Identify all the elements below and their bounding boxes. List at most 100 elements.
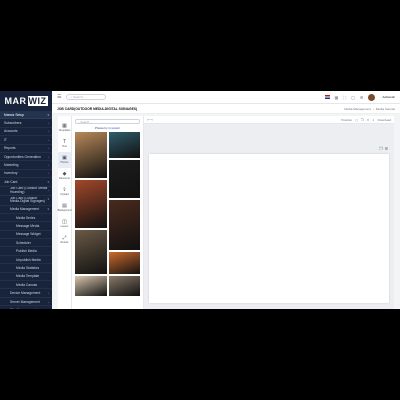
photos-panel: ⌕ Search... Photos by Unsplash bbox=[72, 116, 144, 309]
sidebar-item-label: IT bbox=[4, 137, 7, 142]
fullscreen-icon[interactable]: ⛶ bbox=[343, 95, 346, 100]
tool-photos[interactable]: ▣ Photos bbox=[58, 152, 71, 168]
chevron-icon: › bbox=[48, 163, 49, 168]
sidebar-item[interactable]: Job Card ▾ bbox=[0, 178, 52, 187]
tool-resize[interactable]: ⤢ Resize bbox=[58, 232, 71, 248]
sidebar-item-label: Site Management bbox=[10, 308, 48, 309]
tool-background[interactable]: ▤ Background bbox=[57, 200, 72, 216]
sidebar-item-label: Unpublish Media bbox=[16, 257, 41, 262]
language-flag-icon[interactable] bbox=[324, 95, 330, 99]
redo-icon[interactable]: ↷ bbox=[150, 118, 153, 122]
tool-elements[interactable]: ◆ Elements bbox=[58, 168, 71, 184]
sidebar-item[interactable]: Inventory › bbox=[0, 170, 52, 179]
global-search-input[interactable]: ⌕ Search... bbox=[66, 94, 107, 100]
sidebar-item[interactable]: Message Widget bbox=[0, 231, 52, 240]
sidebar-item[interactable]: Media Canvas bbox=[0, 281, 52, 290]
tool-label: Templates bbox=[58, 129, 71, 132]
sidebar-item[interactable]: Accounts › bbox=[0, 128, 52, 137]
sidebar-item[interactable]: Media Management ▾ bbox=[0, 206, 52, 214]
undo-icon[interactable]: ↶ bbox=[147, 118, 150, 122]
sidebar-item-label: Marketing bbox=[4, 163, 19, 168]
sidebar-item-label: Media Canvas bbox=[16, 282, 38, 287]
copy-page-icon[interactable]: ❐ bbox=[379, 146, 383, 151]
photo-thumbnail[interactable] bbox=[75, 230, 107, 274]
tool-label: Text bbox=[62, 145, 67, 148]
duplicate-icon[interactable]: ❐ bbox=[361, 118, 364, 122]
menu-toggle-icon[interactable]: ☰ bbox=[57, 94, 61, 100]
photo-column-left bbox=[75, 132, 107, 296]
settings-icon[interactable]: ⚙ bbox=[360, 95, 364, 100]
sidebar-item[interactable]: Opportunities Generation › bbox=[0, 153, 52, 162]
sidebar-item[interactable]: Message Media bbox=[0, 222, 52, 231]
photo-thumbnail[interactable] bbox=[108, 132, 140, 158]
top-icons: ▦ ⛶ ▢ ⚙ Ashutosh bbox=[324, 93, 395, 101]
sidebar-item[interactable]: Scheduler bbox=[0, 239, 52, 248]
sidebar-item[interactable]: Reports › bbox=[0, 145, 52, 153]
sidebar-item[interactable]: Site Management› bbox=[0, 306, 52, 309]
photo-search-input[interactable]: ⌕ Search... bbox=[75, 119, 140, 124]
sidebar-item[interactable]: Publish Media bbox=[0, 247, 52, 256]
brand-logo[interactable]: MAR WIZ bbox=[0, 91, 52, 111]
breadcrumb-separator: › bbox=[372, 106, 374, 111]
sidebar-item[interactable]: Marwiz Setup ▾ bbox=[0, 111, 52, 120]
sidebar-item-label: Opportunities Generation bbox=[4, 154, 41, 159]
chevron-icon: › bbox=[48, 187, 49, 192]
page-header: JOB CARD(OUTDOOR MEDIA-DIGITAL SIGNAGES)… bbox=[52, 104, 400, 114]
photos-heading-prefix: Photos by bbox=[95, 126, 108, 130]
tool-templates[interactable]: ▦ Templates bbox=[58, 120, 71, 136]
chevron-icon: ▾ bbox=[47, 179, 49, 184]
sidebar-item-label: Scheduler bbox=[16, 240, 31, 245]
avatar[interactable] bbox=[368, 93, 376, 101]
position-button[interactable]: Position bbox=[341, 118, 352, 122]
sidebar-item[interactable]: Media Template bbox=[0, 273, 52, 282]
sidebar-item-label: Inventory bbox=[4, 171, 18, 176]
photo-thumbnail[interactable] bbox=[75, 180, 107, 228]
delete-icon[interactable]: ✕ bbox=[367, 118, 370, 122]
lock-icon[interactable]: ▢ bbox=[355, 118, 358, 122]
chevron-icon: › bbox=[48, 291, 49, 296]
photo-thumbnail[interactable] bbox=[75, 132, 107, 178]
sidebar-item-label: Device Management bbox=[10, 291, 41, 296]
sidebar-item-label: Media Management bbox=[10, 207, 40, 212]
download-button[interactable]: Download bbox=[378, 118, 391, 122]
notifications-icon[interactable]: ▢ bbox=[351, 95, 355, 100]
photo-thumbnail[interactable] bbox=[75, 276, 107, 296]
sidebar-item-label: Job Card (Outdoor Media-Digital Signages… bbox=[10, 196, 46, 204]
search-icon: ⌕ bbox=[78, 119, 80, 124]
tool-layers[interactable]: ◫ Layers bbox=[58, 216, 71, 232]
top-bar: ☰ ⌕ Search... ▦ ⛶ ▢ ⚙ Ashutosh bbox=[52, 91, 400, 104]
canvas-area: ↶ ↷ Position ▢ ❐ ✕ ⇩ Download ❐ ⊞ bbox=[144, 116, 394, 309]
sidebar-item[interactable]: Subscribers › bbox=[0, 119, 52, 128]
sidebar-item[interactable]: Media Series bbox=[0, 214, 52, 223]
add-page-icon[interactable]: ⊞ bbox=[385, 146, 388, 151]
sidebar-item[interactable]: Job Card (Outdoor Media-Digital Signages… bbox=[0, 196, 52, 206]
chevron-icon: › bbox=[48, 146, 49, 151]
photo-thumbnail[interactable] bbox=[108, 252, 140, 274]
design-page[interactable] bbox=[149, 154, 389, 303]
sidebar-item[interactable]: IT › bbox=[0, 136, 52, 145]
chevron-icon: › bbox=[48, 129, 49, 134]
photo-thumbnail[interactable] bbox=[108, 200, 140, 250]
sidebar-item[interactable]: Job Card (Outdoor Media Hoarding) › bbox=[0, 187, 52, 197]
page-title: JOB CARD(OUTDOOR MEDIA-DIGITAL SIGNAGES) bbox=[57, 106, 138, 111]
sidebar-item[interactable]: Unpublish Media bbox=[0, 256, 52, 265]
tool-label: Background bbox=[57, 209, 72, 212]
photo-thumbnail[interactable] bbox=[108, 276, 140, 296]
sidebar-item-label: Message Widget bbox=[16, 232, 41, 237]
user-name[interactable]: Ashutosh bbox=[382, 95, 395, 99]
sidebar-item[interactable]: Device Management › bbox=[0, 289, 52, 298]
breadcrumb-item[interactable]: Media Management bbox=[344, 107, 371, 111]
tool-upload[interactable]: ⇪ Upload bbox=[58, 184, 71, 200]
photos-heading: Photos by Unsplash bbox=[75, 126, 140, 130]
download-icon[interactable]: ⇩ bbox=[372, 118, 375, 122]
sidebar-item[interactable]: Server Management › bbox=[0, 298, 52, 307]
photo-thumbnail[interactable] bbox=[108, 160, 140, 198]
unsplash-link[interactable]: Unsplash bbox=[108, 126, 120, 130]
sidebar-item-label: Media Series bbox=[16, 215, 36, 220]
grid-apps-icon[interactable]: ▦ bbox=[335, 95, 339, 100]
sidebar-item-label: Marwiz Setup bbox=[4, 112, 24, 117]
tool-text[interactable]: T Text bbox=[58, 136, 71, 152]
sidebar-item[interactable]: Media Statistics bbox=[0, 264, 52, 273]
chevron-icon: › bbox=[48, 299, 49, 304]
sidebar-item[interactable]: Marketing › bbox=[0, 161, 52, 170]
